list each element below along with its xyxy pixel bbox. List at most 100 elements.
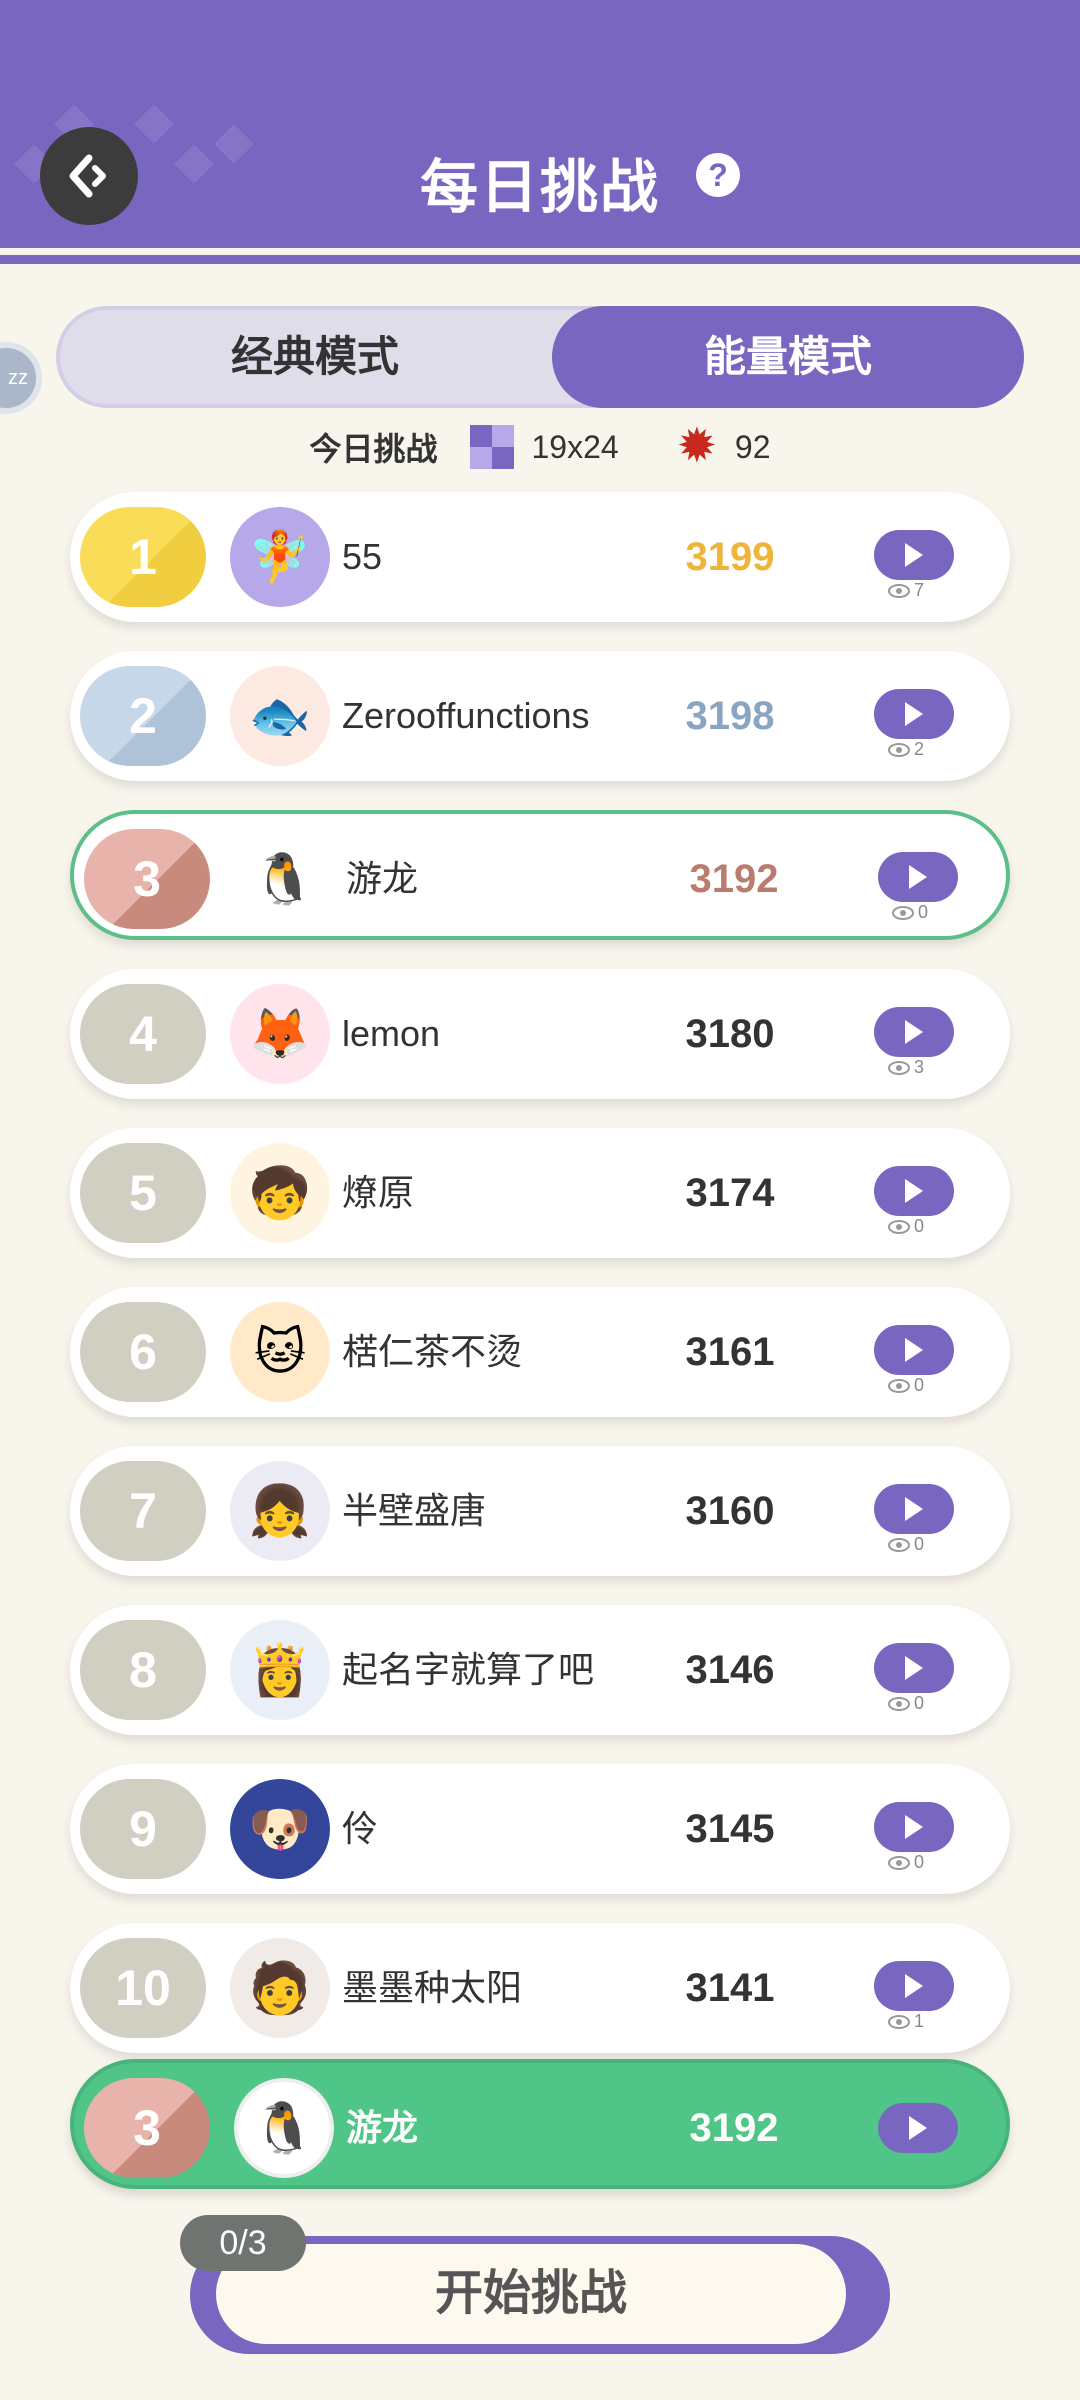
- replay-button[interactable]: [874, 1007, 954, 1057]
- table-row[interactable]: 9 🐶 伶 3145 0: [70, 1764, 1010, 1894]
- star-count: 92: [734, 428, 771, 465]
- my-name: 游龙: [346, 2107, 419, 2148]
- play-icon: [905, 702, 923, 726]
- rank-badge: 2: [80, 666, 206, 766]
- view-count: 2: [888, 739, 924, 760]
- eye-icon: [888, 1537, 910, 1552]
- table-row[interactable]: 7 👧 半壁盛唐 3160 0: [70, 1446, 1010, 1576]
- help-button[interactable]: ?: [696, 153, 740, 197]
- eye-icon: [888, 1060, 910, 1075]
- play-icon: [905, 1815, 923, 1839]
- table-row[interactable]: 10 🧑 墨墨种太阳 3141 1: [70, 1923, 1010, 2053]
- rank-badge: 1: [80, 507, 206, 607]
- replay-button[interactable]: [878, 852, 958, 902]
- rank-badge: 5: [80, 1143, 206, 1243]
- avatar: 🐧: [234, 829, 334, 929]
- side-avatar[interactable]: zz: [0, 342, 42, 414]
- player-score: 3180: [685, 1012, 775, 1056]
- spiky-star-icon: ✹: [676, 420, 717, 473]
- view-count-value: 0: [914, 1375, 925, 1395]
- replay-button[interactable]: [874, 1166, 954, 1216]
- avatar: 🐱: [230, 1302, 330, 1402]
- avatar: 👸: [230, 1620, 330, 1720]
- replay-button[interactable]: [874, 1961, 954, 2011]
- replay-button[interactable]: [874, 1643, 954, 1693]
- eye-icon: [888, 1219, 910, 1234]
- player-score: 3141: [685, 1966, 775, 2010]
- my-replay-button[interactable]: [878, 2103, 958, 2153]
- avatar: 🧑: [230, 1938, 330, 2038]
- my-rank-badge: 3: [84, 2078, 210, 2178]
- play-icon: [905, 1020, 923, 1044]
- play-icon: [905, 1656, 923, 1680]
- eye-icon: [888, 1855, 910, 1870]
- grid-size-icon: [469, 425, 514, 469]
- replay-button[interactable]: [874, 530, 954, 580]
- rank-badge: 3: [84, 829, 210, 929]
- replay-button[interactable]: [874, 1325, 954, 1375]
- view-count-value: 3: [914, 1057, 925, 1077]
- table-row[interactable]: 4 🦊 lemon 3180 3: [70, 969, 1010, 1099]
- rank-badge: 6: [80, 1302, 206, 1402]
- avatar: 🐟: [230, 666, 330, 766]
- mode-toggle: 经典模式 能量模式: [56, 306, 1024, 408]
- player-name: lemon: [342, 1013, 441, 1054]
- replay-button[interactable]: [874, 1484, 954, 1534]
- eye-icon: [888, 1378, 910, 1393]
- view-count-value: 0: [914, 1693, 925, 1713]
- play-icon: [905, 543, 923, 567]
- table-row[interactable]: 2 🐟 Zerooffunctions 3198 2: [70, 651, 1010, 781]
- play-icon: [909, 865, 927, 889]
- eye-icon: [892, 905, 914, 920]
- grid-size: 19x24: [531, 428, 619, 465]
- view-count-value: 0: [918, 902, 929, 922]
- eye-icon: [888, 742, 910, 757]
- rank-badge: 4: [80, 984, 206, 1084]
- player-name: 伶: [342, 1808, 379, 1849]
- play-icon: [909, 2116, 927, 2140]
- player-name: 55: [342, 536, 383, 577]
- player-score: 3146: [685, 1648, 775, 1692]
- table-row[interactable]: 8 👸 起名字就算了吧 3146 0: [70, 1605, 1010, 1735]
- table-row[interactable]: 5 🧒 燎原 3174 0: [70, 1128, 1010, 1258]
- view-count: 0: [892, 902, 928, 923]
- view-count: 1: [888, 2011, 924, 2032]
- page-title: 每日挑战: [419, 155, 660, 220]
- view-count: 0: [888, 1375, 924, 1396]
- header-bar: 每日挑战 ?: [0, 0, 1080, 248]
- eye-icon: [888, 583, 910, 598]
- player-score: 3174: [685, 1171, 775, 1215]
- play-icon: [905, 1338, 923, 1362]
- player-score: 3198: [685, 694, 775, 738]
- table-row[interactable]: 6 🐱 楛仁茶不烫 3161 0: [70, 1287, 1010, 1417]
- view-count: 0: [888, 1852, 924, 1873]
- start-challenge-button[interactable]: 开始挑战: [216, 2244, 846, 2344]
- replay-button[interactable]: [874, 689, 954, 739]
- my-score: 3192: [689, 2106, 779, 2150]
- avatar: 👧: [230, 1461, 330, 1561]
- my-rank-bar: 3 🐧 游龙 3192: [70, 2059, 1010, 2189]
- view-count-value: 0: [914, 1216, 925, 1236]
- player-name: 游龙: [346, 858, 419, 899]
- tab-classic-mode[interactable]: 经典模式: [80, 310, 550, 404]
- player-name: 楛仁茶不烫: [342, 1331, 523, 1372]
- view-count: 0: [888, 1534, 924, 1555]
- avatar: 🧚: [230, 507, 330, 607]
- daily-challenge-info: 今日挑战 19x24 ✹ 92: [0, 420, 1080, 473]
- player-score: 3199: [685, 535, 775, 579]
- player-score: 3161: [685, 1330, 775, 1374]
- player-name: 起名字就算了吧: [342, 1649, 595, 1690]
- replay-button[interactable]: [874, 1802, 954, 1852]
- play-icon: [905, 1179, 923, 1203]
- my-avatar: 🐧: [234, 2078, 334, 2178]
- tab-energy-mode[interactable]: 能量模式: [552, 306, 1024, 408]
- table-row[interactable]: 1 🧚 55 3199 7: [70, 492, 1010, 622]
- rank-badge: 7: [80, 1461, 206, 1561]
- rank-badge: 10: [80, 1938, 206, 2038]
- eye-icon: [888, 2014, 910, 2029]
- view-count: 7: [888, 580, 924, 601]
- player-name: 墨墨种太阳: [342, 1967, 523, 2008]
- play-icon: [905, 1974, 923, 1998]
- table-row[interactable]: 3 🐧 游龙 3192 0: [70, 810, 1010, 940]
- view-count-value: 0: [914, 1534, 925, 1554]
